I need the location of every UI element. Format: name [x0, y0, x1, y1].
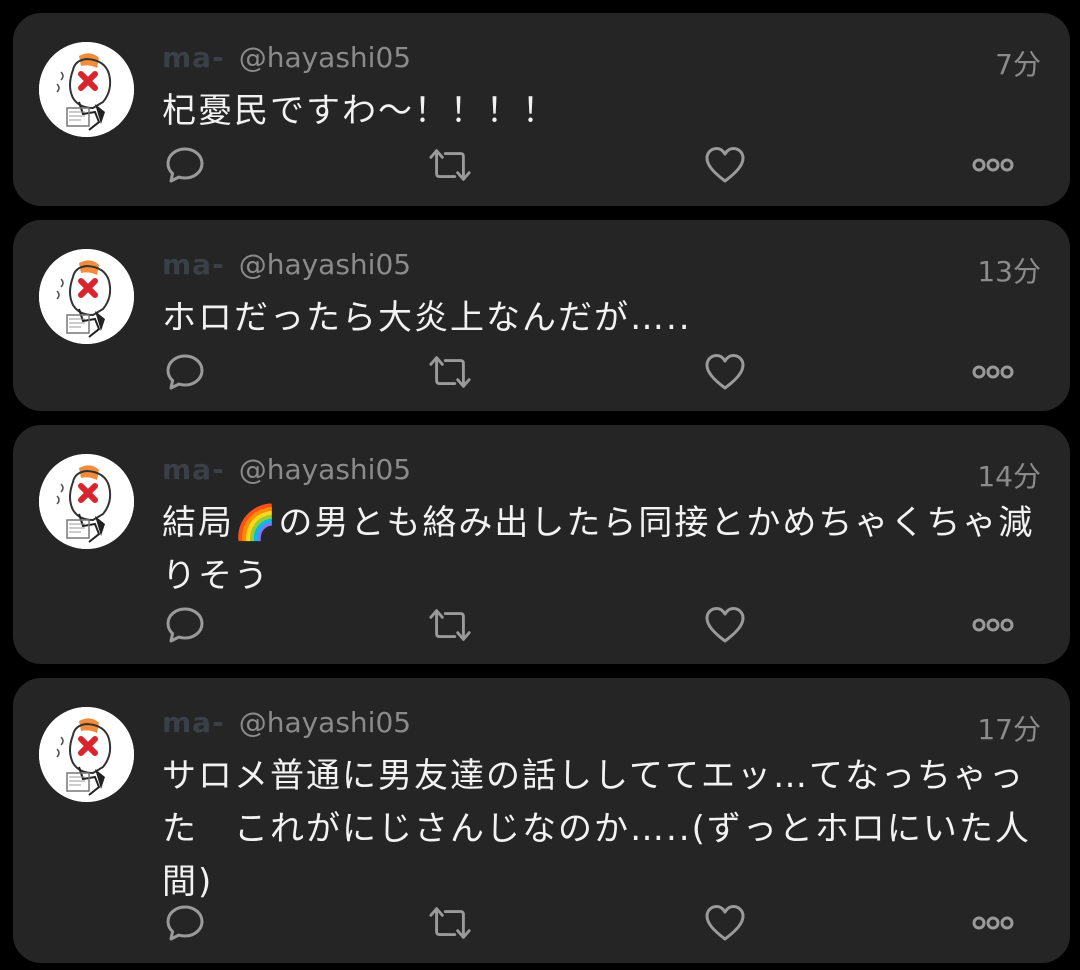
heart-icon [705, 147, 745, 183]
avatar[interactable] [39, 249, 134, 344]
avatar-illustration [39, 454, 134, 549]
tweet-header: ma- @hayashi05 [162, 706, 411, 746]
display-name[interactable]: ma- [162, 453, 225, 486]
reply-button[interactable] [162, 349, 208, 395]
avatar-illustration [39, 42, 134, 137]
retweet-icon [429, 356, 471, 388]
reply-button[interactable] [162, 142, 208, 188]
retweet-button[interactable] [427, 349, 473, 395]
user-handle[interactable]: @hayashi05 [239, 453, 411, 486]
avatar[interactable] [39, 454, 134, 549]
more-icon [972, 158, 1014, 172]
reply-icon [166, 354, 204, 390]
reply-icon [166, 905, 204, 941]
display-name[interactable]: ma- [162, 706, 225, 739]
more-button[interactable] [970, 142, 1016, 188]
tweet-actions [162, 900, 1047, 946]
tweet-header: ma- @hayashi05 [162, 453, 411, 493]
more-button[interactable] [970, 602, 1016, 648]
user-handle[interactable]: @hayashi05 [239, 41, 411, 74]
retweet-button[interactable] [427, 142, 473, 188]
more-icon [972, 916, 1014, 930]
more-icon [972, 365, 1014, 379]
tweet-timestamp[interactable]: 14分 [977, 455, 1041, 495]
reply-button[interactable] [162, 900, 208, 946]
heart-icon [705, 905, 745, 941]
avatar-illustration [39, 249, 134, 344]
heart-icon [705, 354, 745, 390]
tweet-timestamp[interactable]: 17分 [977, 708, 1041, 748]
tweet-text: 結局🌈の男とも絡み出したら同接とかめちゃくちゃ減りそう [162, 503, 1035, 596]
tweet-card[interactable]: ma- @hayashi05 13分 ホロだったら大炎上なんだが….. [13, 220, 1070, 411]
tweet-card[interactable]: ma- @hayashi05 7分 杞憂民ですわ〜！！！！ [13, 13, 1070, 206]
tweet-text: 杞憂民ですわ〜！！！！ [162, 91, 558, 131]
more-button[interactable] [970, 900, 1016, 946]
display-name[interactable]: ma- [162, 248, 225, 281]
heart-icon [705, 607, 745, 643]
tweet-header: ma- @hayashi05 [162, 41, 411, 81]
like-button[interactable] [702, 349, 748, 395]
like-button[interactable] [702, 900, 748, 946]
avatar[interactable] [39, 707, 134, 802]
avatar[interactable] [39, 42, 134, 137]
display-name[interactable]: ma- [162, 41, 225, 74]
like-button[interactable] [702, 142, 748, 188]
tweet-text: ホロだったら大炎上なんだが….. [162, 298, 692, 338]
reply-icon [166, 607, 204, 643]
tweet-header: ma- @hayashi05 [162, 248, 411, 288]
user-handle[interactable]: @hayashi05 [239, 706, 411, 739]
retweet-icon [429, 149, 471, 181]
tweet-timestamp[interactable]: 13分 [977, 250, 1041, 290]
timeline-feed: ma- @hayashi05 7分 杞憂民ですわ〜！！！！ ma- @hayas… [0, 0, 1080, 970]
avatar-illustration [39, 707, 134, 802]
user-handle[interactable]: @hayashi05 [239, 248, 411, 281]
retweet-icon [429, 609, 471, 641]
tweet-text: サロメ普通に男友達の話ししててエッ…てなっちゃった これがにじさんじなのか…..… [162, 756, 1031, 902]
retweet-button[interactable] [427, 900, 473, 946]
tweet-card[interactable]: ma- @hayashi05 14分 結局🌈の男とも絡み出したら同接とかめちゃく… [13, 425, 1070, 664]
tweet-actions [162, 349, 1047, 395]
retweet-button[interactable] [427, 602, 473, 648]
tweet-actions [162, 602, 1047, 648]
tweet-card[interactable]: ma- @hayashi05 17分 サロメ普通に男友達の話ししててエッ…てなっ… [13, 678, 1070, 963]
tweet-timestamp[interactable]: 7分 [995, 43, 1041, 83]
retweet-icon [429, 907, 471, 939]
more-button[interactable] [970, 349, 1016, 395]
reply-icon [166, 147, 204, 183]
like-button[interactable] [702, 602, 748, 648]
reply-button[interactable] [162, 602, 208, 648]
more-icon [972, 618, 1014, 632]
tweet-actions [162, 142, 1047, 188]
